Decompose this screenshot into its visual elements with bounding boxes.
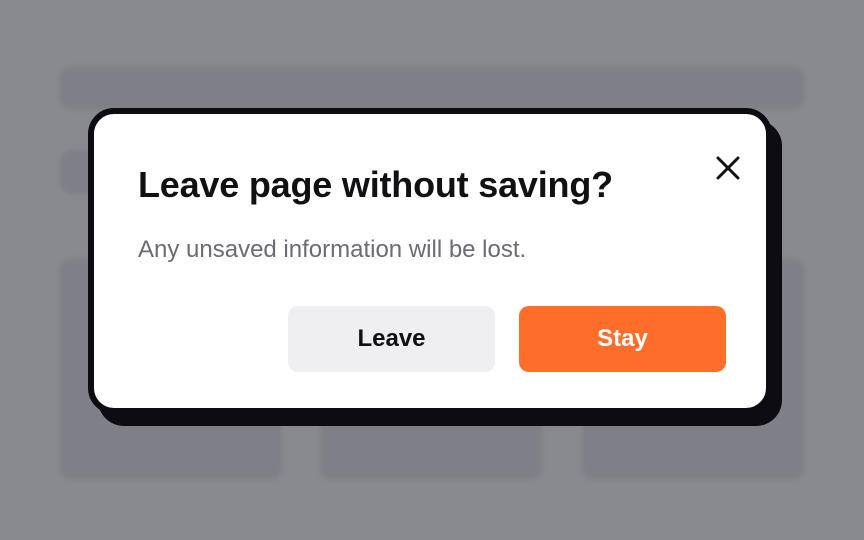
stay-button[interactable]: Stay (519, 306, 726, 372)
leave-page-dialog: Leave page without saving? Any unsaved i… (88, 108, 772, 414)
background-header-placeholder (60, 66, 804, 110)
close-button[interactable] (712, 152, 744, 184)
leave-button[interactable]: Leave (288, 306, 495, 372)
dialog-title: Leave page without saving? (138, 164, 613, 205)
dialog-message: Any unsaved information will be lost. (138, 236, 527, 263)
close-icon (716, 156, 740, 180)
